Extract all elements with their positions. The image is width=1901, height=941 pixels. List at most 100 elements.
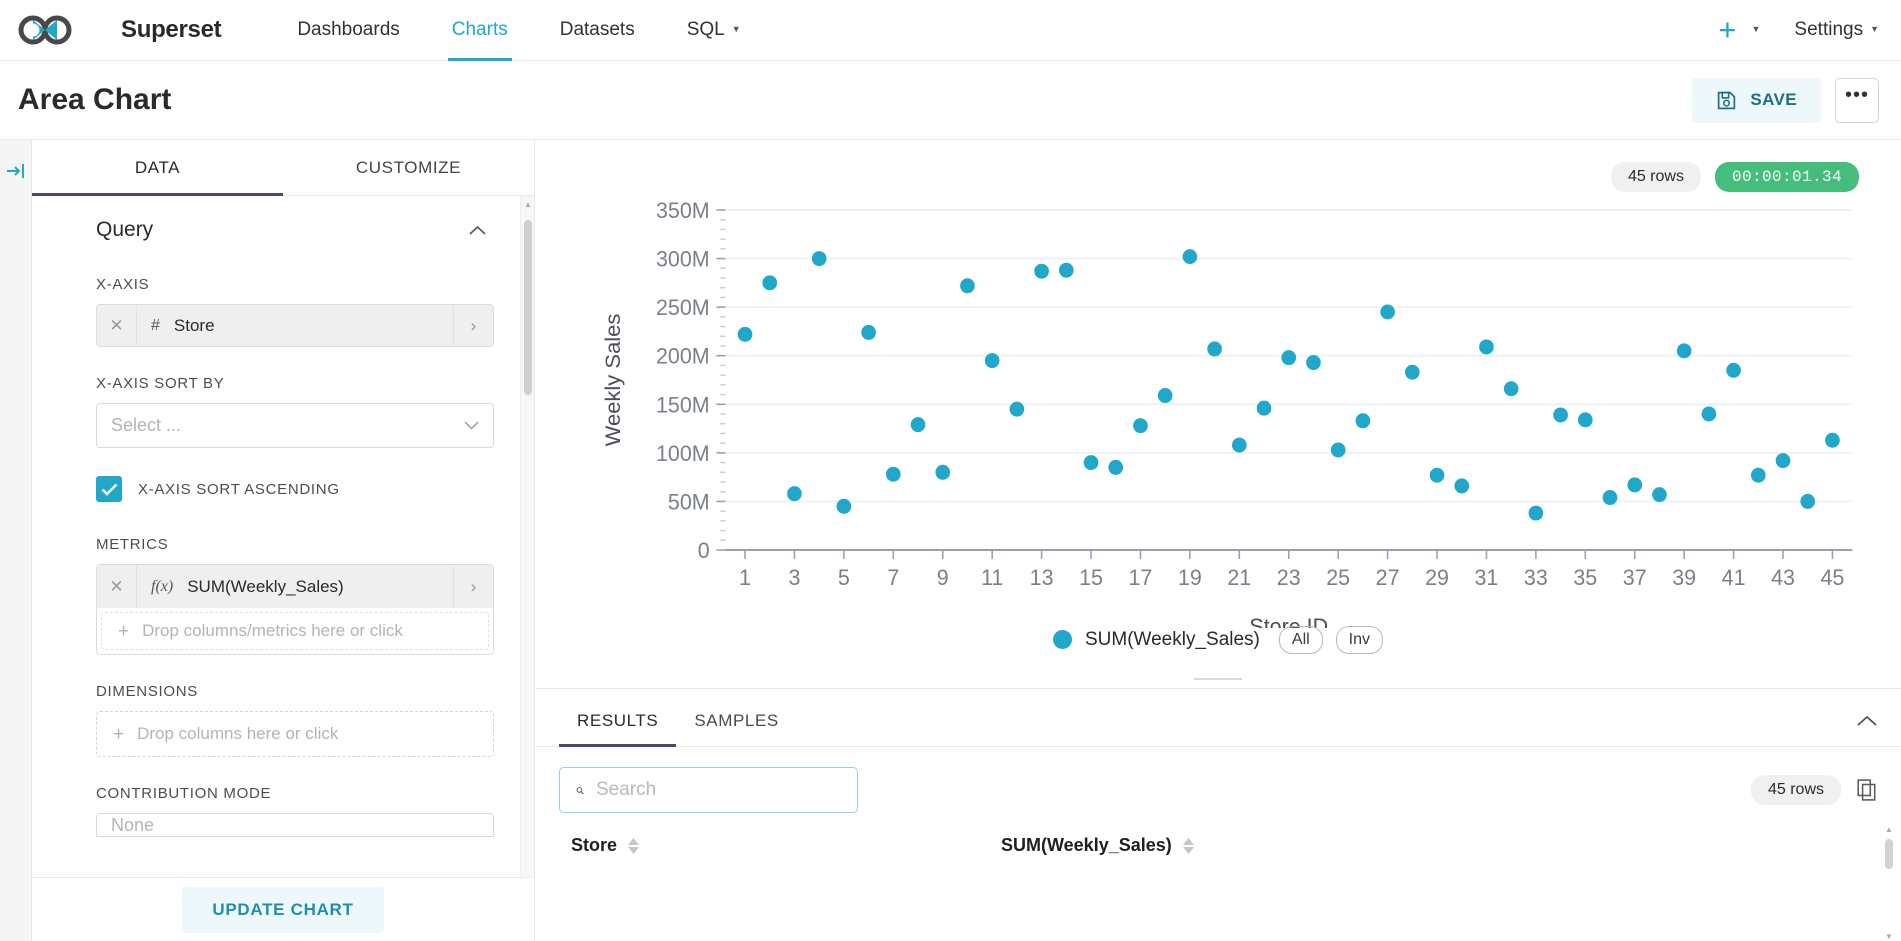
results-table: Store SUM(Weekly_Sales) — [559, 835, 1877, 856]
svg-text:0: 0 — [698, 538, 710, 563]
tab-data-label: DATA — [134, 157, 181, 177]
chevron-up-icon — [1857, 715, 1877, 726]
svg-text:25: 25 — [1326, 565, 1350, 590]
control-panel-scroll-thumb[interactable] — [524, 220, 532, 395]
tab-samples[interactable]: SAMPLES — [676, 711, 797, 746]
column-header-store[interactable]: Store — [571, 835, 1001, 856]
page-title: Area Chart — [18, 83, 172, 116]
chevron-up-icon[interactable] — [469, 225, 486, 236]
settings-menu-button[interactable]: Settings ▼ — [1794, 19, 1879, 41]
nav-link-datasets[interactable]: Datasets — [534, 0, 661, 61]
scroll-up-icon[interactable]: ▲ — [524, 200, 532, 209]
column-header-sum-weekly-sales[interactable]: SUM(Weekly_Sales) — [1001, 835, 1194, 856]
add-new-button[interactable]: + ▼ — [1718, 12, 1760, 47]
chart-legend: SUM(Weekly_Sales) All Inv — [535, 625, 1901, 654]
results-panel: RESULTS SAMPLES Search 45 rows Store SUM… — [535, 688, 1901, 941]
metric-value-label: SUM(Weekly_Sales) — [187, 576, 344, 596]
sort-arrows-icon[interactable] — [628, 837, 640, 854]
query-section-header[interactable]: Query — [96, 218, 494, 242]
svg-text:350M: 350M — [656, 198, 710, 223]
metrics-label: METRICS — [96, 536, 169, 553]
metrics-field: METRICS ✕ f(x) SUM(Weekly_Sales) › + Dro… — [96, 536, 494, 655]
svg-text:23: 23 — [1277, 565, 1301, 590]
x-axis-sort-by-field: X-AXIS SORT BY Select ... — [96, 375, 494, 448]
nav-link-dashboards[interactable]: Dashboards — [271, 0, 425, 61]
expand-panel-icon[interactable] — [6, 162, 26, 180]
results-toolbar: 45 rows — [559, 767, 1877, 813]
svg-text:50M: 50M — [668, 489, 710, 514]
contribution-mode-value: None — [111, 814, 155, 835]
results-scroll-thumb[interactable] — [1885, 839, 1893, 869]
svg-text:17: 17 — [1129, 565, 1153, 590]
save-button[interactable]: SAVE — [1692, 77, 1821, 123]
x-axis-sort-ascending-checkbox[interactable] — [96, 476, 122, 502]
metric-expand-icon[interactable]: › — [453, 565, 493, 608]
navbar-right: + ▼ Settings ▼ — [1718, 12, 1879, 47]
tab-data[interactable]: DATA — [32, 140, 283, 196]
dimensions-dropzone[interactable]: + Drop columns here or click — [96, 711, 494, 757]
legend-color-dot — [1052, 630, 1072, 650]
panel-collapse-rail — [0, 140, 32, 941]
x-axis-sort-by-select[interactable]: Select ... — [96, 403, 494, 448]
tab-results[interactable]: RESULTS — [559, 711, 677, 747]
sort-arrows-icon[interactable] — [1182, 837, 1194, 854]
chart-header-actions: SAVE ••• — [1692, 77, 1879, 123]
more-options-button[interactable]: ••• — [1835, 77, 1879, 123]
x-axis-control[interactable]: ✕ # Store › — [96, 304, 494, 347]
brand-logo-group[interactable]: Superset — [18, 13, 222, 47]
copy-icon[interactable] — [1857, 779, 1877, 801]
metrics-dropzone[interactable]: + Drop columns/metrics here or click — [101, 612, 489, 650]
chart-header: Area Chart SAVE ••• — [0, 61, 1901, 140]
results-tabs: RESULTS SAMPLES — [535, 689, 1901, 747]
update-chart-button[interactable]: UPDATE CHART — [182, 886, 384, 933]
ellipsis-icon: ••• — [1844, 84, 1869, 106]
svg-text:Weekly Sales: Weekly Sales — [600, 313, 625, 446]
check-icon — [101, 483, 117, 496]
scroll-up-icon[interactable]: ▲ — [1885, 825, 1893, 834]
svg-text:3: 3 — [788, 565, 800, 590]
nav-links: Dashboards Charts Datasets SQL ▼ — [271, 0, 766, 61]
svg-text:250M: 250M — [656, 295, 710, 320]
results-scrollbar[interactable]: ▲ ▼ — [1883, 825, 1895, 941]
plus-icon: + — [1718, 12, 1737, 47]
nav-link-datasets-label: Datasets — [559, 19, 635, 40]
x-axis-sort-ascending-row[interactable]: X-AXIS SORT ASCENDING — [96, 476, 494, 502]
search-box[interactable] — [559, 767, 858, 813]
panel-resize-handle[interactable] — [535, 678, 1901, 680]
collapse-results-button[interactable] — [1857, 714, 1877, 746]
query-section-title: Query — [96, 218, 154, 241]
nav-link-sql[interactable]: SQL ▼ — [661, 0, 767, 61]
chart-region: 45 rows 00:00:01.34 0 50M 100M 150M 200M 250M… — [535, 140, 1901, 941]
results-toolbar-right: 45 rows — [1750, 775, 1877, 805]
svg-text:9: 9 — [937, 565, 949, 590]
x-axis-sort-by-label: X-AXIS SORT BY — [96, 375, 225, 392]
save-icon — [1718, 91, 1736, 109]
metric-remove-icon[interactable]: ✕ — [97, 565, 137, 608]
x-axis-expand-icon[interactable]: › — [453, 305, 493, 346]
tab-customize[interactable]: CUSTOMIZE — [283, 140, 534, 195]
svg-text:35: 35 — [1573, 565, 1597, 590]
legend-all-button[interactable]: All — [1278, 625, 1323, 654]
control-panel-scrollbar[interactable]: ▲ ▼ — [520, 196, 534, 941]
svg-text:11: 11 — [981, 565, 1003, 590]
contribution-mode-select[interactable]: None — [96, 813, 494, 837]
legend-series-label: SUM(Weekly_Sales) — [1084, 628, 1260, 650]
dimensions-label: DIMENSIONS — [96, 683, 199, 700]
scroll-down-icon[interactable]: ▼ — [1885, 932, 1893, 941]
x-axis-value[interactable]: # Store — [137, 305, 453, 346]
workspace: DATA CUSTOMIZE Query X-AXIS ✕ # Store › … — [0, 140, 1901, 941]
metric-control[interactable]: ✕ f(x) SUM(Weekly_Sales) › — [97, 565, 493, 608]
top-navbar: Superset Dashboards Charts Datasets SQL … — [0, 0, 1901, 61]
column-header-sum-weekly-sales-label: SUM(Weekly_Sales) — [1001, 835, 1172, 855]
svg-text:1: 1 — [739, 565, 751, 590]
legend-inv-button[interactable]: Inv — [1335, 625, 1384, 654]
results-body: 45 rows Store — [535, 747, 1901, 941]
search-input[interactable] — [596, 779, 841, 801]
dimensions-field: DIMENSIONS + Drop columns here or click — [96, 683, 494, 757]
nav-link-charts[interactable]: Charts — [426, 0, 534, 61]
x-axis-remove-icon[interactable]: ✕ — [97, 305, 137, 346]
metric-value[interactable]: f(x) SUM(Weekly_Sales) — [137, 565, 453, 608]
save-button-label: SAVE — [1750, 90, 1797, 109]
scatter-plot: 0 50M 100M 150M 200M 250M 300M 350M 1 3 5 7 9 11 13 15 1… — [535, 198, 1901, 628]
svg-text:19: 19 — [1178, 565, 1202, 590]
